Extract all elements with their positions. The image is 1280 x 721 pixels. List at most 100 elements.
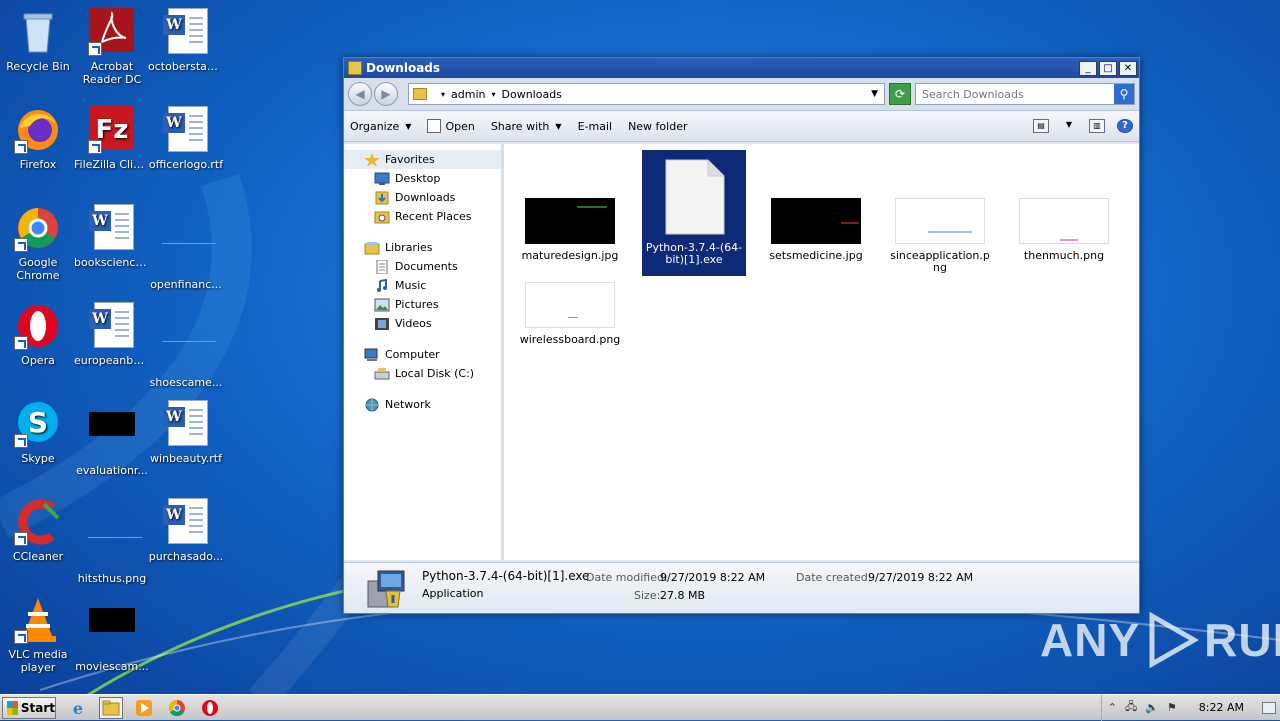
start-label: Start	[20, 700, 55, 715]
navigation-pane: Favorites Desktop Downloads Recent Place…	[344, 144, 504, 560]
desktop-icon-octoberstan[interactable]: W octoberstan...	[148, 8, 224, 73]
image-thumbnail	[525, 282, 615, 328]
desktop-icon-label: hitsthus.png	[77, 572, 147, 585]
desktop-icon-openfinanc[interactable]: openfinanc...	[148, 204, 224, 291]
show-desktop-button[interactable]	[1262, 701, 1276, 714]
nav-computer[interactable]: Computer	[344, 345, 501, 364]
desktop-icon-europeanbe[interactable]: W europeanbe...	[74, 302, 150, 367]
desktop-icon-recycle-bin[interactable]: Recycle Bin	[0, 8, 76, 73]
desktop-icon-skype[interactable]: S Skype	[0, 400, 76, 465]
desktop-icon-moviescam[interactable]: moviescam...	[74, 596, 150, 673]
close-button[interactable]: ✕	[1119, 60, 1137, 76]
flag-icon[interactable]: ⚑	[1167, 701, 1177, 714]
word-doc-icon: W	[162, 8, 210, 56]
taskbar-opera[interactable]	[198, 697, 222, 719]
desktop-icon-winbeauty[interactable]: W winbeauty.rtf	[148, 400, 224, 465]
desktop-icon-opera[interactable]: Opera	[0, 302, 76, 367]
nav-pictures[interactable]: Pictures	[344, 295, 501, 314]
chevron-down-icon[interactable]: ▼	[871, 89, 878, 99]
desktop-icon-label: Acrobat Reader DC	[82, 60, 142, 86]
nav-label: Recent Places	[395, 210, 472, 223]
network-tray-icon[interactable]: 🖧	[1125, 698, 1137, 717]
maximize-button[interactable]: □	[1099, 60, 1117, 76]
breadcrumb[interactable]: ▾ admin ▾ Downloads ▼	[408, 83, 885, 105]
desktop-icon-label: Firefox	[19, 158, 57, 171]
file-item[interactable]: sinceapplication.png	[888, 198, 992, 274]
title-bar[interactable]: Downloads _ □ ✕	[344, 58, 1139, 78]
back-button[interactable]: ◀	[348, 82, 372, 106]
open-button[interactable]: Open	[427, 119, 475, 133]
new-folder-button[interactable]: New folder	[628, 120, 687, 133]
desktop-icon-vlc[interactable]: VLC media player	[0, 596, 76, 674]
taskbar-ie[interactable]: e	[66, 697, 90, 719]
search-input[interactable]	[916, 86, 1114, 102]
nav-recent-places[interactable]: Recent Places	[344, 207, 501, 226]
nav-desktop[interactable]: Desktop	[344, 169, 501, 188]
desktop-icon-purchasado[interactable]: W purchasado...	[148, 498, 224, 563]
desktop-icon-acrobat[interactable]: Acrobat Reader DC	[74, 8, 150, 86]
file-item[interactable]: thenmuch.png	[1012, 198, 1116, 262]
taskbar-chrome[interactable]	[165, 697, 189, 719]
volume-icon[interactable]: 🔈	[1145, 701, 1159, 714]
desktop-icon-evaluationr[interactable]: evaluationr...	[74, 400, 150, 477]
chevron-down-icon[interactable]: ▼	[1061, 119, 1077, 133]
nav-favorites[interactable]: Favorites	[344, 150, 501, 169]
ie-icon: e	[73, 699, 83, 717]
word-doc-icon: W	[162, 400, 210, 448]
vlc-icon	[14, 596, 62, 644]
share-with-button[interactable]: Share with ▼	[491, 120, 562, 133]
file-item-selected[interactable]: Python-3.7.4-(64-bit)[1].exe	[642, 150, 746, 276]
chevron-down-icon: ▼	[405, 121, 412, 131]
nav-label: Computer	[385, 348, 440, 361]
nav-network[interactable]: Network	[344, 395, 501, 414]
nav-documents[interactable]: Documents	[344, 257, 501, 276]
desktop-icon-chrome[interactable]: Google Chrome	[0, 204, 76, 282]
chevron-up-icon[interactable]: ⌃	[1108, 701, 1117, 714]
folder-icon	[413, 88, 427, 100]
email-button[interactable]: E-mail	[578, 120, 613, 133]
desktop-icon-shoescame[interactable]: shoescame...	[148, 302, 224, 389]
minimize-button[interactable]: _	[1079, 60, 1097, 76]
view-icon[interactable]: ▤	[1033, 119, 1049, 133]
desktop-icon-hitsthus[interactable]: hitsthus.png	[74, 498, 150, 585]
refresh-button[interactable]: ⟳	[889, 83, 911, 105]
file-item[interactable]: wirelessboard.png	[518, 282, 622, 346]
nav-label: Downloads	[395, 191, 456, 204]
file-item[interactable]: maturedesign.jpg	[518, 198, 622, 262]
breadcrumb-downloads[interactable]: Downloads	[502, 88, 562, 101]
desktop-icon-firefox[interactable]: Firefox	[0, 106, 76, 171]
status-filename: Python-3.7.4-(64-bit)[1].exe	[422, 569, 590, 583]
explorer-body: Favorites Desktop Downloads Recent Place…	[344, 144, 1139, 560]
desktop-icon-filezilla[interactable]: Fz FileZilla Client	[74, 106, 150, 171]
search-box[interactable]: ⚲	[915, 83, 1135, 105]
image-file-icon	[162, 226, 216, 274]
start-button[interactable]: Start	[2, 696, 56, 719]
image-file-icon	[88, 412, 136, 460]
desktop-icon-bookscience[interactable]: W bookscience...	[74, 204, 150, 269]
search-icon[interactable]: ⚲	[1114, 84, 1134, 104]
desktop-icon-label: Google Chrome	[16, 256, 60, 282]
help-icon[interactable]: ?	[1117, 119, 1133, 133]
organize-button[interactable]: Organize ▼	[350, 120, 411, 133]
desktop-icon-ccleaner[interactable]: CCleaner	[0, 498, 76, 563]
preview-pane-icon[interactable]: ▥	[1089, 119, 1105, 133]
file-item[interactable]: setsmedicine.jpg	[764, 198, 868, 262]
network-icon	[365, 398, 379, 411]
nav-label: Pictures	[395, 298, 439, 311]
taskbar-media-player[interactable]	[132, 697, 156, 719]
nav-libraries[interactable]: Libraries	[344, 238, 501, 257]
image-thumbnail	[1019, 198, 1109, 244]
chevron-right-icon: ▾	[491, 89, 496, 99]
nav-videos[interactable]: Videos	[344, 314, 501, 333]
explorer-window[interactable]: Downloads _ □ ✕ ◀ ▶ ▾ admin ▾ Downloads …	[343, 57, 1140, 614]
image-thumbnail	[771, 198, 861, 244]
breadcrumb-admin[interactable]: admin	[451, 88, 485, 101]
nav-local-disk[interactable]: Local Disk (C:)	[344, 364, 501, 383]
nav-music[interactable]: Music	[344, 276, 501, 295]
taskbar-explorer[interactable]	[99, 696, 123, 719]
nav-downloads[interactable]: Downloads	[344, 188, 501, 207]
pictures-icon	[374, 298, 390, 311]
forward-button[interactable]: ▶	[374, 82, 398, 106]
clock[interactable]: 8:22 AM	[1199, 701, 1244, 714]
desktop-icon-officerlogo[interactable]: W officerlogo.rtf	[148, 106, 224, 171]
